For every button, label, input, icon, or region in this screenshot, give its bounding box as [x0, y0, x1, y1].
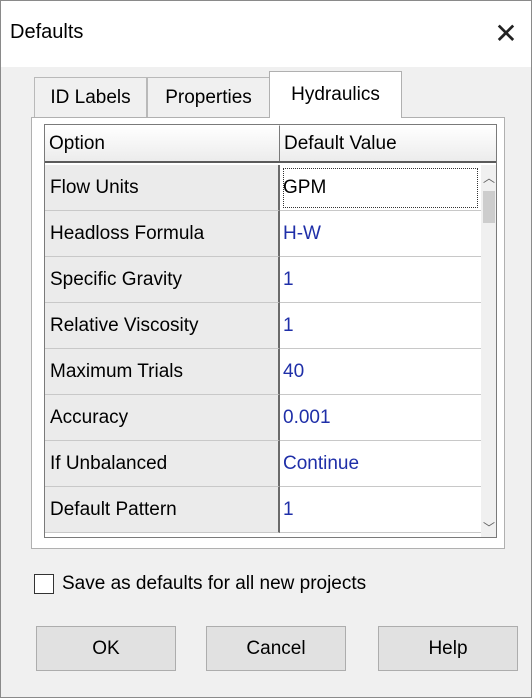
vertical-scrollbar[interactable]: ︿ ﹀	[481, 165, 496, 537]
hydraulics-panel: Option Default Value Flow Units GPM Head…	[31, 117, 505, 549]
table-row: Specific Gravity 1	[45, 257, 481, 303]
save-defaults-option[interactable]: Save as defaults for all new projects	[34, 571, 366, 597]
option-cell: Accuracy	[45, 395, 280, 441]
close-icon: ✕	[494, 17, 518, 49]
table-row: Headloss Formula H-W	[45, 211, 481, 257]
value-cell-relative-viscosity[interactable]: 1	[280, 303, 481, 349]
value-cell-if-unbalanced[interactable]: Continue	[280, 441, 481, 487]
option-cell: Specific Gravity	[45, 257, 280, 303]
options-grid: Option Default Value Flow Units GPM Head…	[44, 124, 497, 538]
table-row: Relative Viscosity 1	[45, 303, 481, 349]
window-title: Defaults	[10, 21, 84, 43]
chevron-up-icon: ︿	[482, 170, 495, 185]
scroll-down-button[interactable]: ﹀	[481, 517, 496, 537]
grid-rows: Flow Units GPM Headloss Formula H-W Spec…	[45, 165, 481, 533]
defaults-dialog: Defaults ✕ ID Labels Properties Hydrauli…	[0, 0, 532, 698]
value-cell-accuracy[interactable]: 0.001	[280, 395, 481, 441]
value-cell-maximum-trials[interactable]: 40	[280, 349, 481, 395]
option-cell: Flow Units	[45, 165, 280, 211]
value-cell-flow-units[interactable]: GPM	[280, 165, 481, 211]
cancel-button[interactable]: Cancel	[206, 626, 346, 671]
option-cell: Maximum Trials	[45, 349, 280, 395]
value-cell-headloss-formula[interactable]: H-W	[280, 211, 481, 257]
tab-label: ID Labels	[50, 86, 131, 108]
table-row: Accuracy 0.001	[45, 395, 481, 441]
chevron-down-icon: ﹀	[482, 520, 495, 535]
tab-label: Properties	[165, 86, 252, 108]
option-cell: If Unbalanced	[45, 441, 280, 487]
close-button[interactable]: ✕	[481, 11, 531, 55]
table-row: Flow Units GPM	[45, 165, 481, 211]
table-row: Maximum Trials 40	[45, 349, 481, 395]
value-cell-specific-gravity[interactable]: 1	[280, 257, 481, 303]
value-cell-default-pattern[interactable]: 1	[280, 487, 481, 533]
tab-hydraulics[interactable]: Hydraulics	[269, 71, 402, 118]
tab-label: Hydraulics	[291, 84, 380, 105]
option-cell: Default Pattern	[45, 487, 280, 533]
table-row: Default Pattern 1	[45, 487, 481, 533]
save-defaults-label[interactable]: Save as defaults for all new projects	[62, 573, 366, 595]
tab-properties[interactable]: Properties	[147, 77, 270, 117]
option-cell: Headloss Formula	[45, 211, 280, 257]
table-row: If Unbalanced Continue	[45, 441, 481, 487]
help-button[interactable]: Help	[378, 626, 518, 671]
scroll-up-button[interactable]: ︿	[481, 167, 496, 187]
ok-button[interactable]: OK	[36, 626, 176, 671]
scroll-thumb[interactable]	[483, 191, 495, 223]
column-header-option[interactable]: Option	[45, 125, 280, 161]
column-header-default-value[interactable]: Default Value	[280, 125, 496, 161]
option-cell: Relative Viscosity	[45, 303, 280, 349]
tab-id-labels[interactable]: ID Labels	[34, 77, 147, 117]
grid-header: Option Default Value	[45, 125, 496, 163]
save-defaults-checkbox[interactable]	[34, 574, 54, 594]
title-bar: Defaults ✕	[1, 1, 531, 67]
